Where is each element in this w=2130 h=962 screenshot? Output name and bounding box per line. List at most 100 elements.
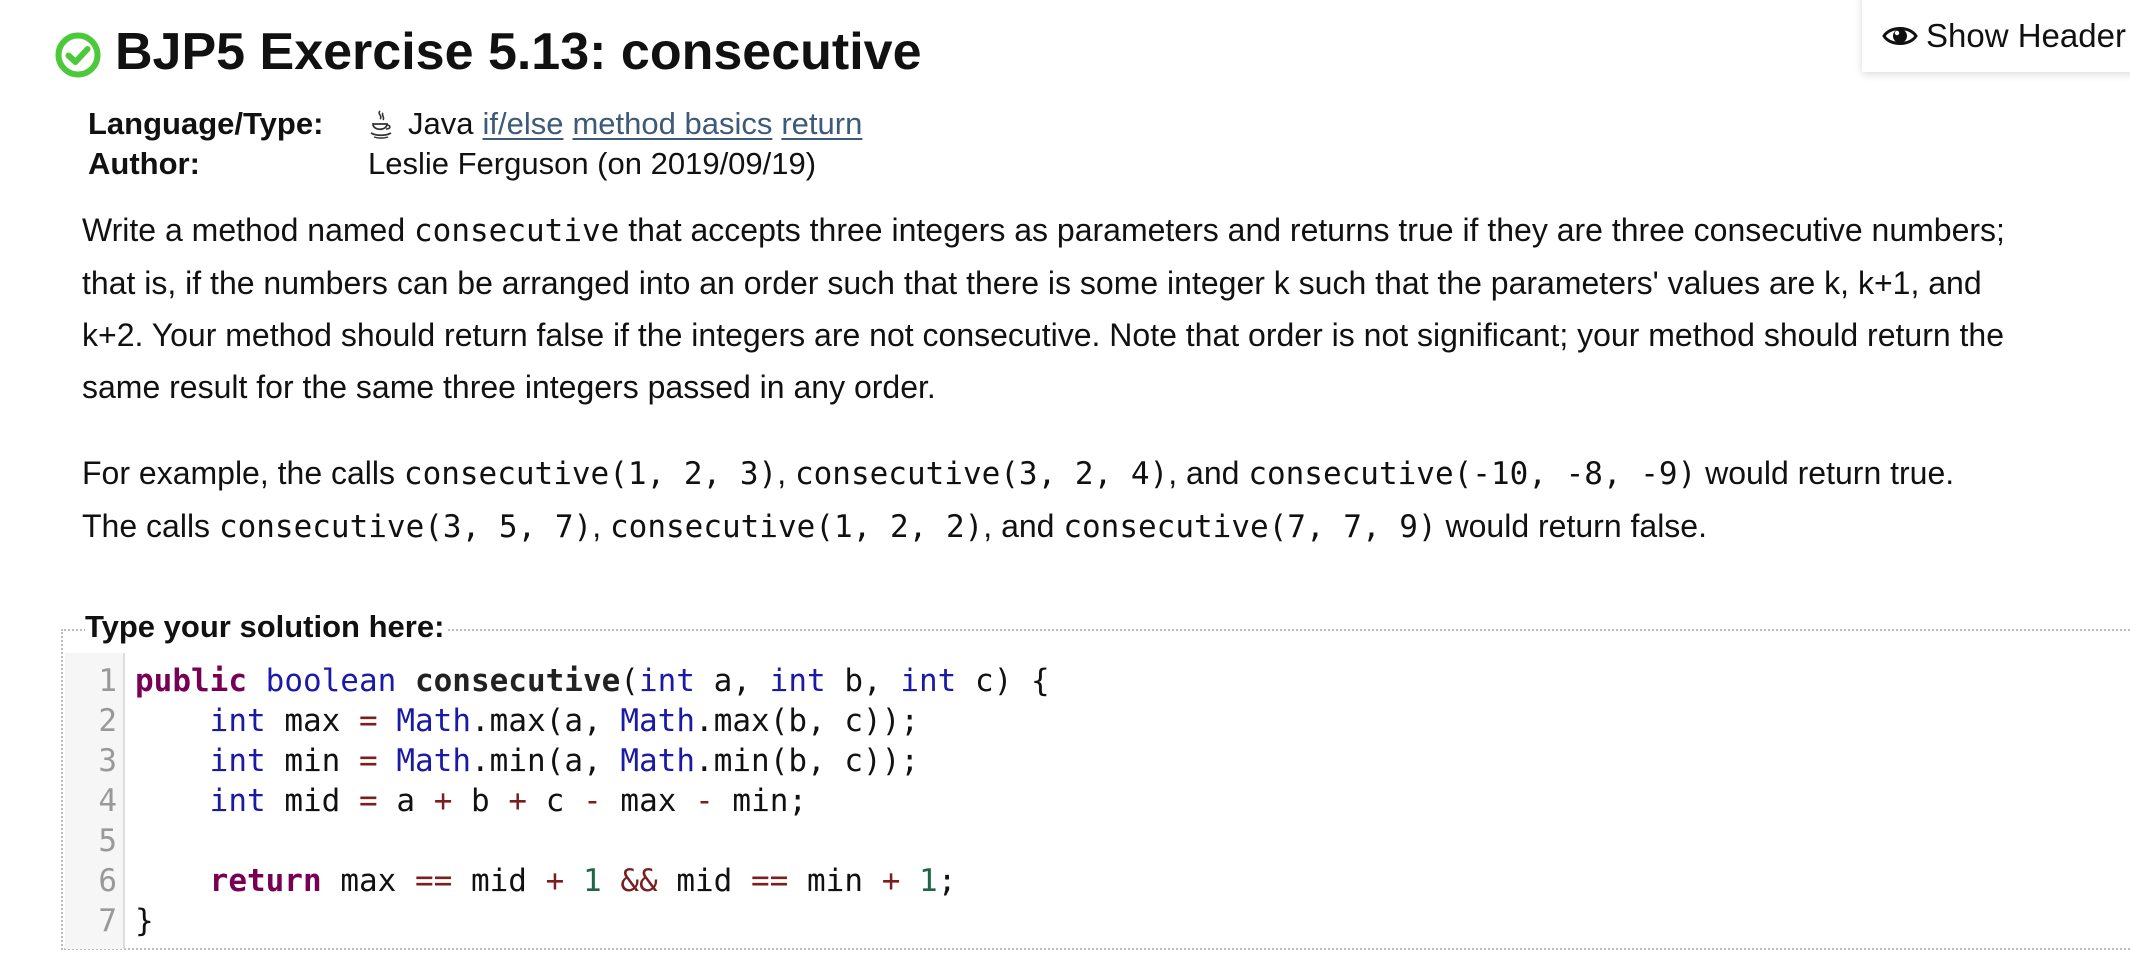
author-row: Author: Leslie Ferguson (on 2019/09/19): [88, 144, 862, 184]
example-text: The calls: [82, 508, 219, 544]
code-token: max: [713, 703, 770, 739]
description-text: that is, if the numbers can be arranged …: [82, 265, 1982, 301]
description-paragraph: Write a method named consecutive that ac…: [82, 204, 2130, 413]
code-token: (: [769, 743, 789, 779]
code-type: int: [209, 743, 266, 779]
tag-link-return[interactable]: return: [781, 106, 862, 142]
code-operator: =: [359, 703, 378, 739]
page: Show Header BJP5 Exercise 5.13: consecut…: [0, 0, 2130, 962]
code-method-name: consecutive: [414, 663, 621, 699]
code-type: int: [769, 663, 826, 699]
code-token: ;: [937, 863, 957, 899]
code-token: min: [284, 743, 341, 779]
code-token: ,: [863, 663, 882, 699]
code-type: int: [209, 783, 266, 819]
code-line[interactable]: int mid = a + b + c - max - min;: [135, 781, 807, 821]
code-operator: &&: [620, 863, 658, 899]
tag-link-if-else[interactable]: if/else: [482, 106, 563, 142]
code-token: max: [340, 863, 397, 899]
description-text: same result for the same three integers …: [82, 369, 936, 405]
code-token: min: [713, 743, 770, 779]
example-text: , and: [1168, 455, 1249, 491]
show-header-label: Show Header: [1926, 17, 2126, 54]
description-text: k+2. Your method should return false if …: [82, 317, 2005, 353]
code-token: ): [881, 743, 901, 779]
code-line[interactable]: return max == mid + 1 && mid == min + 1;: [135, 861, 957, 901]
code-token: (: [545, 743, 565, 779]
code-type: int: [638, 663, 695, 699]
code-operator: =: [359, 743, 378, 779]
example-call: consecutive(-10, -8, -9): [1248, 456, 1697, 492]
code-token: .: [471, 703, 490, 739]
code-type: boolean: [265, 663, 397, 699]
java-cup-icon: [370, 110, 392, 139]
code-token: a: [564, 703, 584, 739]
line-number: 7: [98, 903, 117, 939]
code-line[interactable]: int max = Math.max(a, Math.max(b, c));: [135, 701, 919, 741]
code-token: mid: [676, 863, 733, 899]
code-editor[interactable]: 1 2 3 4 5 6 7 public boolean consecutive…: [65, 653, 2130, 949]
line-number-gutter: 1 2 3 4 5 6 7: [65, 653, 125, 949]
code-token: b: [844, 663, 863, 699]
code-token: c: [545, 783, 565, 819]
code-keyword: return: [209, 863, 322, 899]
code-token: (: [545, 703, 565, 739]
problem-meta: Language/Type: Java if/else method basic…: [88, 104, 862, 184]
code-line[interactable]: }: [135, 901, 154, 941]
code-operator: +: [545, 863, 565, 899]
line-number: 3: [98, 743, 117, 779]
code-token: max: [620, 783, 677, 819]
code-token: min: [489, 743, 546, 779]
solution-fieldset: Type your solution here: 1 2 3 4 5 6 7 p…: [61, 609, 2130, 950]
show-header-button[interactable]: Show Header: [1862, 0, 2130, 72]
code-type: Math: [396, 703, 471, 739]
code-token: ,: [807, 703, 826, 739]
language-name: Java: [408, 106, 474, 141]
code-operator: =: [359, 783, 378, 819]
code-token: }: [135, 903, 154, 939]
code-token: .: [695, 703, 714, 739]
inline-code: consecutive: [414, 213, 620, 249]
code-line[interactable]: public boolean consecutive(int a, int b,…: [135, 661, 1050, 701]
code-token: ): [863, 743, 882, 779]
code-number: 1: [919, 863, 938, 899]
code-token: b: [788, 703, 808, 739]
code-token: b: [471, 783, 490, 819]
code-line[interactable]: int min = Math.min(a, Math.min(b, c));: [135, 741, 919, 781]
language-value: Java if/else method basics return: [368, 106, 862, 142]
code-token: a: [396, 783, 416, 819]
code-type: int: [209, 703, 266, 739]
tag-link-method-basics[interactable]: method basics: [572, 106, 772, 142]
problem-header: BJP5 Exercise 5.13: consecutive: [55, 22, 921, 82]
code-token: .: [695, 743, 714, 779]
code-token: a: [713, 663, 733, 699]
code-operator: -: [695, 783, 714, 819]
code-token: ;: [900, 703, 920, 739]
code-token: min: [732, 783, 789, 819]
